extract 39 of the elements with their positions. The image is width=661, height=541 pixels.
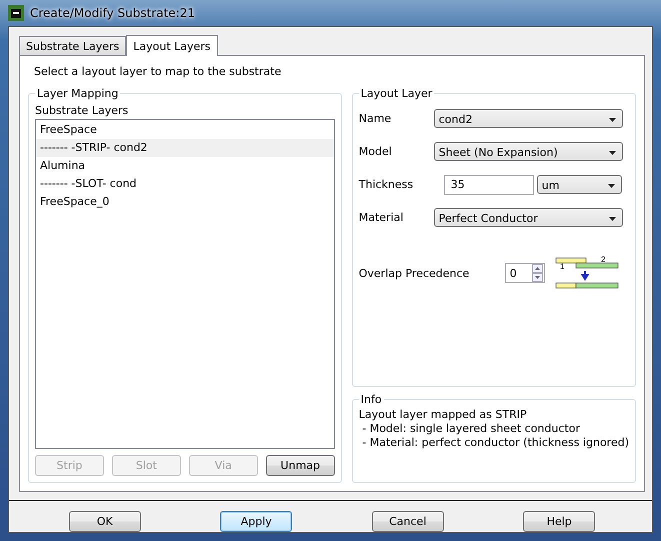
field-label: Material xyxy=(358,211,404,224)
info-text: - Model: single layered sheet conductor xyxy=(361,422,581,436)
field-label: Name xyxy=(358,112,392,125)
app-icon xyxy=(8,5,24,21)
group-title: Layer Mapping xyxy=(36,87,120,100)
caret-icon xyxy=(608,184,615,188)
list-item[interactable]: ------- -SLOT- cond xyxy=(36,175,334,193)
caret-icon xyxy=(608,118,616,122)
tab[interactable]: Substrate Layers xyxy=(19,36,126,55)
overlap-drawing: 2 1 xyxy=(554,255,619,291)
caret-icon xyxy=(608,217,616,221)
group-title: Layout Layer xyxy=(360,87,434,100)
list-item[interactable]: ------- -STRIP- cond2 xyxy=(36,139,334,157)
dialog-button[interactable]: Help xyxy=(523,511,596,532)
list-item[interactable]: FreeSpace xyxy=(36,121,334,139)
dropdown[interactable]: cond2 xyxy=(434,109,623,128)
spin-arrows-icon xyxy=(532,264,543,282)
window-title: Create/Modify Substrate:21 xyxy=(30,6,195,20)
info-text: Layout layer mapped as STRIP xyxy=(358,408,528,422)
list-item[interactable]: Alumina xyxy=(36,157,334,175)
dialog-button[interactable]: Apply xyxy=(220,511,292,532)
instruction-text: Select a layout layer to map to the substrate xyxy=(34,65,282,78)
field-label: Thickness xyxy=(358,178,414,191)
field-label: Overlap Precedence xyxy=(358,266,470,280)
field-label: Model xyxy=(358,145,393,158)
info-text: - Material: perfect conductor (thickness ignored) xyxy=(361,436,629,450)
dialog-button[interactable]: OK xyxy=(68,511,141,532)
group-title: Info xyxy=(360,393,383,406)
dropdown[interactable]: Sheet (No Expansion) xyxy=(434,142,623,161)
tab[interactable]: Layout Layers xyxy=(126,35,218,56)
dropdown[interactable]: Perfect Conductor xyxy=(434,208,623,227)
spin-box[interactable]: 0 xyxy=(504,263,545,283)
list-item[interactable]: FreeSpace_0 xyxy=(36,193,334,211)
list-label: Substrate Layers xyxy=(35,104,130,117)
map-button[interactable]: Unmap xyxy=(266,455,335,476)
dialog-button[interactable]: Cancel xyxy=(372,511,444,532)
thickness-field[interactable]: 35 xyxy=(444,174,534,194)
caret-icon xyxy=(608,151,616,155)
unit-dropdown[interactable]: um xyxy=(536,175,622,194)
